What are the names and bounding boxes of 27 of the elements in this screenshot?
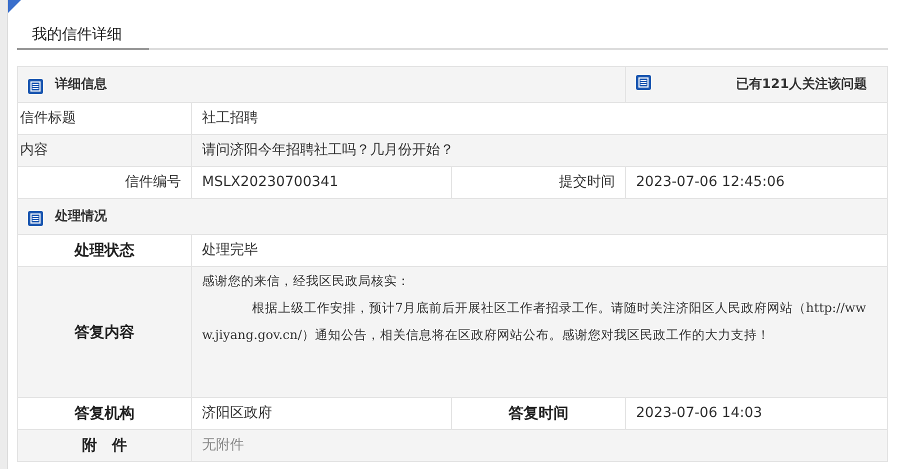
- page-tab[interactable]: 我的信件详细: [16, 17, 149, 50]
- field-label: 信件标题: [20, 110, 76, 126]
- field-label: 提交时间: [559, 174, 615, 190]
- field-label: 附 件: [82, 436, 127, 454]
- document-icon: [636, 74, 651, 90]
- field-value: 社工招聘: [202, 110, 258, 126]
- field-label: 信件编号: [124, 174, 181, 190]
- field-value: 处理完毕: [202, 242, 258, 258]
- field-value: 2023-07-06 12:45:06: [636, 174, 785, 190]
- field-value: 无附件: [202, 437, 244, 453]
- document-icon: [28, 211, 43, 226]
- field-value: 济阳区政府: [202, 405, 272, 421]
- field-label: 处理状态: [74, 241, 134, 260]
- reply-paragraph: 感谢您的来信，经我区民政局核实：: [202, 272, 411, 290]
- field-value: MSLX20230700341: [202, 174, 338, 190]
- field-label: 内容: [20, 142, 48, 158]
- section-title: 处理情况: [54, 208, 107, 224]
- follow-count: 已有121人关注该问题: [736, 76, 867, 92]
- field-value: 请问济阳今年招聘社工吗？几月份开始？: [202, 142, 454, 158]
- field-label: 答复机构: [74, 404, 134, 422]
- field-value: 2023-07-06 14:03: [636, 405, 762, 421]
- field-label: 答复时间: [508, 404, 568, 422]
- reply-paragraph: 根据上级工作安排，预计7月底前后开展社区工作者招录工作。请随时关注济阳区人民政府网站（http://www.jiyang.gov.cn/）通知公告，相关信息将在区政府网站公布。感谢您对我区民政工作的大力支持！: [202, 299, 868, 344]
- document-icon: [28, 79, 43, 94]
- field-label: 答复内容: [74, 322, 134, 341]
- corner-mark: [8, 0, 21, 13]
- section-title: 详细信息: [54, 76, 107, 92]
